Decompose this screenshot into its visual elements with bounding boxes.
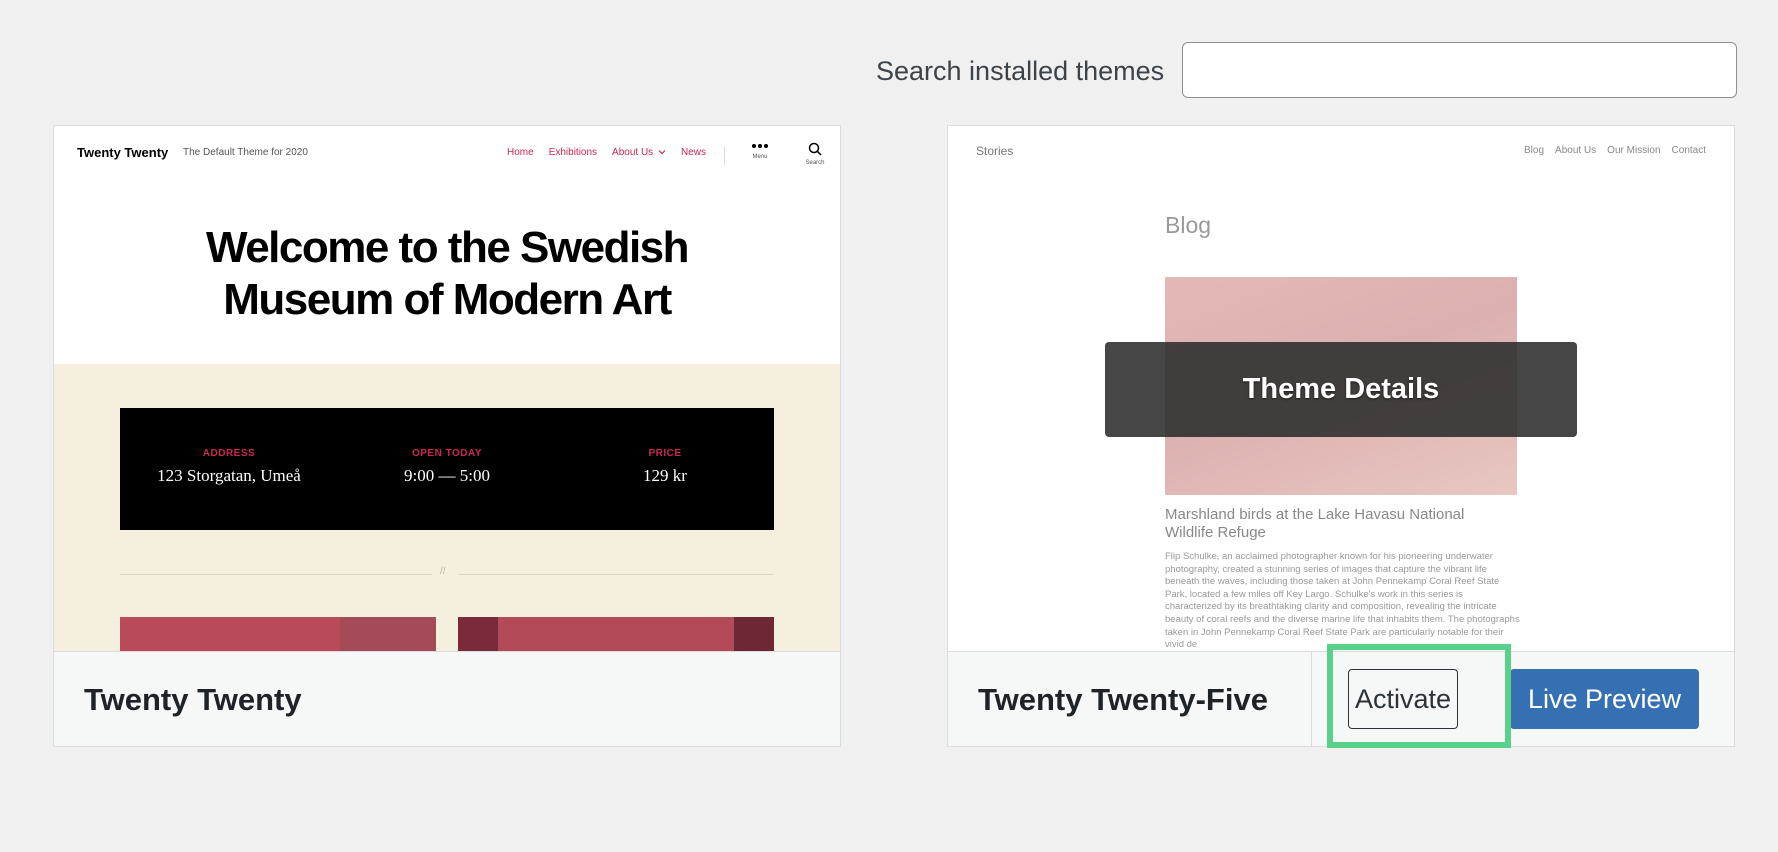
live-preview-button[interactable]: Live Preview <box>1510 669 1699 729</box>
preview-image-block <box>734 617 774 651</box>
preview-info-box: ADDRESS 123 Storgatan, Umeå OPEN TODAY 9… <box>120 408 774 530</box>
search-input[interactable] <box>1182 42 1737 98</box>
preview-info-price: PRICE 129 kr <box>643 448 687 485</box>
preview-image-block <box>458 617 774 651</box>
preview-page-title: Blog <box>1165 212 1212 238</box>
preview-header: Twenty Twenty The Default Theme for 2020… <box>54 126 840 182</box>
chevron-down-icon <box>658 150 666 155</box>
preview-separator-line <box>120 574 432 575</box>
preview-divider <box>724 146 725 166</box>
preview-post-excerpt: Flip Schulke, an acclaimed photographer … <box>1165 551 1520 651</box>
preview-menu-label: Menu <box>752 154 768 160</box>
preview-nav-item: Exhibitions <box>548 147 598 158</box>
preview-nav-item: Blog <box>1524 145 1545 156</box>
theme-card-footer: Twenty Twenty-Five Activate Live Preview <box>948 651 1734 746</box>
footer-divider <box>1311 652 1312 746</box>
preview-search-label: Search <box>805 160 825 166</box>
more-horizontal-icon <box>752 144 768 148</box>
preview-nav-item: Contact <box>1671 145 1706 156</box>
theme-card-footer: Twenty Twenty <box>54 651 840 746</box>
preview-separator: // <box>440 566 446 577</box>
activate-button[interactable]: Activate <box>1348 669 1458 729</box>
preview-nav: Blog About Us Our Mission Contact <box>1524 145 1706 156</box>
theme-card-twenty-twenty-five[interactable]: Stories Blog About Us Our Mission Contac… <box>947 125 1735 747</box>
preview-menu: Menu <box>742 142 778 160</box>
preview-post-title: Marshland birds at the Lake Havasu Natio… <box>1165 506 1465 541</box>
preview-nav: Home Exhibitions About Us News <box>507 147 706 158</box>
theme-name: Twenty Twenty-Five <box>978 682 1268 717</box>
theme-screenshot[interactable]: Twenty Twenty The Default Theme for 2020… <box>54 126 840 651</box>
preview-nav-item-with-dropdown: About Us <box>612 147 666 158</box>
preview-tagline: The Default Theme for 2020 <box>183 147 308 158</box>
preview-site-title: Twenty Twenty <box>77 145 169 160</box>
preview-nav-item: News <box>680 147 706 158</box>
preview-site-title: Stories <box>976 144 1014 158</box>
theme-name: Twenty Twenty <box>84 682 302 717</box>
preview-info-address: ADDRESS 123 Storgatan, Umeå <box>157 448 301 485</box>
preview-info-hours: OPEN TODAY 9:00 — 5:00 <box>404 448 490 485</box>
preview-heading: Welcome to the Swedish Museum of Modern … <box>205 223 690 324</box>
theme-screenshot[interactable]: Stories Blog About Us Our Mission Contac… <box>948 126 1734 651</box>
preview-image-block <box>340 617 436 651</box>
preview-search: Search <box>798 142 832 166</box>
preview-separator-line <box>458 574 774 575</box>
preview-nav-item: Home <box>507 147 534 158</box>
preview-nav-item: Our Mission <box>1607 145 1661 156</box>
theme-details-button[interactable]: Theme Details <box>1105 342 1577 437</box>
search-icon <box>808 142 822 156</box>
preview-image-block <box>458 617 498 651</box>
search-label: Search installed themes <box>876 56 1165 86</box>
theme-card-twenty-twenty[interactable]: Twenty Twenty The Default Theme for 2020… <box>53 125 841 747</box>
preview-nav-item: About Us <box>1555 145 1597 156</box>
